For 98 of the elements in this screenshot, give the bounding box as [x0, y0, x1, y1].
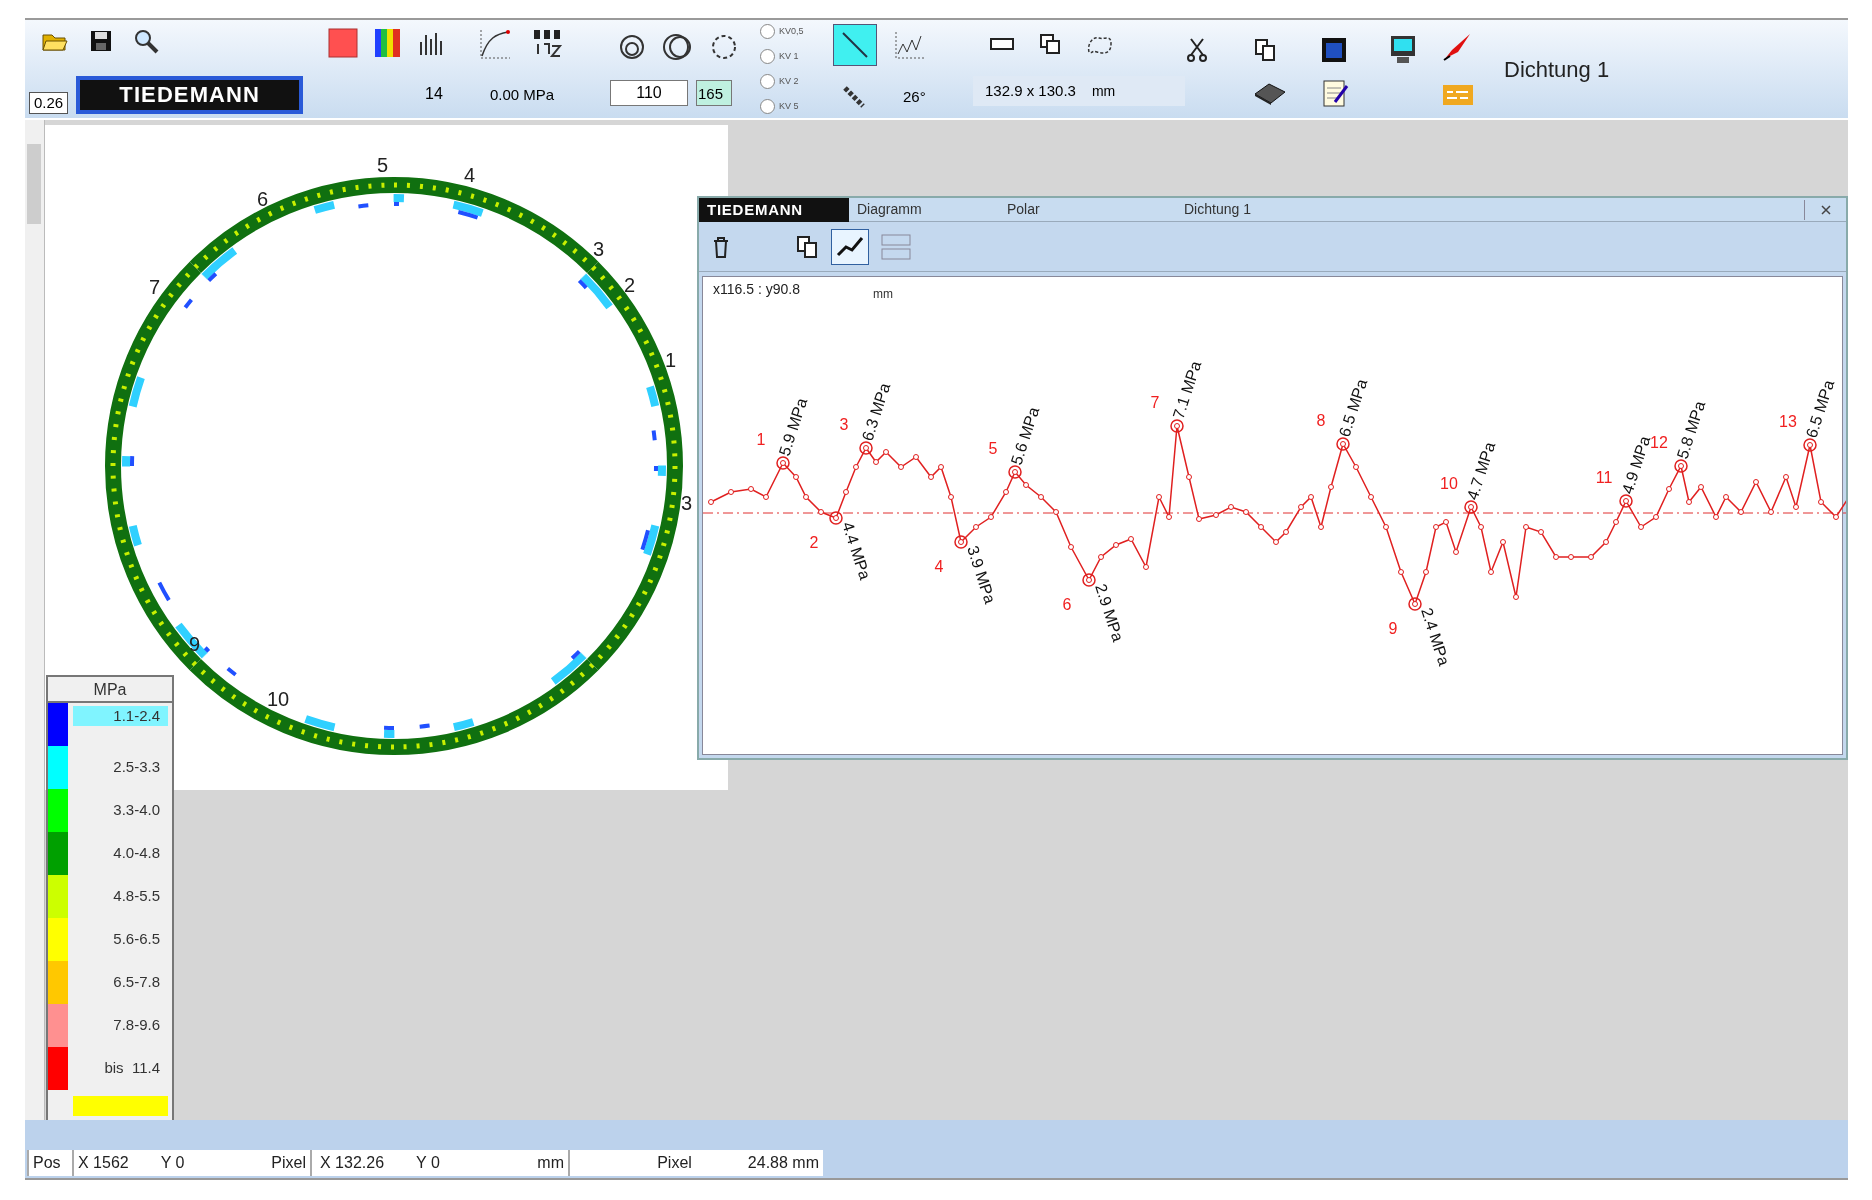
angle-value: 26°	[903, 86, 926, 107]
copy-icon[interactable]	[1253, 37, 1277, 62]
logo: TIEDEMANN	[699, 197, 849, 222]
trash-icon[interactable]	[711, 235, 731, 258]
legend-range[interactable]: bis 11.4	[73, 1057, 168, 1080]
close-icon	[1819, 204, 1832, 215]
status-unit: Pixel	[657, 1153, 692, 1173]
ring-position-label: 5	[377, 155, 389, 175]
diagram-tab[interactable]: Polar	[999, 199, 1184, 220]
peak-value-label: 4.7 MPa	[1463, 440, 1499, 502]
legend-range[interactable]: 2.5-3.3	[73, 756, 168, 779]
peak-number: 6	[1062, 596, 1072, 613]
status-unit: mm	[537, 1153, 564, 1173]
peak-number: 4	[934, 558, 944, 575]
coordinate-unit: mm	[873, 286, 893, 303]
overlap-squares-icon[interactable]	[1039, 33, 1061, 55]
legend-range[interactable]: 4.8-5.5	[73, 885, 168, 908]
dimensions-unit: mm	[1091, 81, 1116, 101]
pressure-value: 0.00 MPa	[489, 84, 556, 105]
peak-value-label: 6.5 MPa	[1335, 377, 1371, 439]
kv-radio[interactable]: KV 2	[760, 74, 825, 89]
peak-number: 3	[839, 416, 849, 433]
status-value: X 132.26	[319, 1153, 385, 1173]
kv-radio[interactable]: KV 1	[760, 49, 825, 64]
search-icon[interactable]	[133, 28, 161, 54]
peak-number: 9	[1388, 620, 1398, 637]
vertical-scrollbar[interactable]	[25, 120, 45, 1120]
status-value: Y 0	[416, 1153, 440, 1173]
peak-value-label: 5.9 MPa	[775, 396, 811, 458]
line-chart-button[interactable]	[831, 228, 869, 265]
window-icon[interactable]	[1321, 36, 1347, 63]
kv-radio[interactable]: KV 5	[760, 99, 825, 114]
dimensions-value: 132.9 x 130.3	[985, 80, 1076, 101]
status-unit: Pixel	[271, 1153, 306, 1173]
ring-position-label: 7	[149, 277, 161, 297]
threshold-field[interactable]: 110	[610, 80, 688, 106]
curve-graph-icon[interactable]	[478, 28, 512, 60]
rectangle-icon[interactable]	[989, 37, 1015, 51]
legend-range[interactable]: 7.8-9.6	[73, 1014, 168, 1037]
ring-position-label: 10	[267, 689, 290, 709]
peak-value-label: 5.8 MPa	[1673, 399, 1709, 461]
status-value: X 1562	[78, 1153, 129, 1173]
legend-range[interactable]: 6.5-7.8	[73, 971, 168, 994]
peak-number: 1	[756, 431, 766, 448]
peak-value-label: 3.9 MPa	[964, 543, 999, 606]
status-value: Y 0	[160, 1153, 185, 1173]
legend-range[interactable]: 3.3-4.0	[73, 799, 168, 822]
legend-range[interactable]: 5.6-6.5	[73, 928, 168, 951]
legend-range[interactable]: 4.0-4.8	[73, 842, 168, 865]
line-tool-button[interactable]	[833, 24, 877, 66]
legend-range[interactable]: 1.1-2.4	[73, 706, 168, 726]
kv-radio[interactable]: KV0,5	[760, 24, 825, 39]
peak-value-label: 5.6 MPa	[1007, 405, 1043, 467]
save-icon[interactable]	[89, 29, 113, 53]
peak-number: 10	[1440, 475, 1458, 492]
threshold-field[interactable]: 165	[696, 80, 732, 106]
peak-value-label: 7.1 MPa	[1169, 359, 1205, 421]
dashed-circle-icon[interactable]	[710, 33, 738, 61]
sensor-grid-icon[interactable]	[532, 28, 564, 60]
notepad-icon[interactable]	[1321, 77, 1349, 108]
color-scale-icon[interactable]	[374, 28, 402, 58]
document-title: Dichtung 1	[1503, 55, 1610, 84]
peak-number: 12	[1650, 434, 1668, 451]
peak-value-label: 6.3 MPa	[858, 381, 894, 443]
scissors-icon[interactable]	[1185, 36, 1209, 63]
ring-position-label: 3	[593, 239, 605, 259]
diagonal-line-icon	[840, 30, 870, 60]
peak-value-label: 6.5 MPa	[1802, 378, 1838, 440]
peak-number: 11	[1595, 469, 1613, 486]
peak-value-label: 2.9 MPa	[1092, 581, 1127, 644]
ring-position-label: 2	[624, 275, 636, 295]
cursor-coordinates: x116.5 : y90.8	[713, 280, 800, 299]
count-value: 14	[424, 84, 444, 104]
peak-number: 8	[1316, 412, 1326, 429]
ring-position-label: 4	[464, 165, 476, 185]
ring-position-label: 3	[681, 493, 693, 513]
status-value: 24.88 mm	[747, 1153, 819, 1173]
copy-icon[interactable]	[795, 234, 819, 259]
peak-value-label: 4.4 MPa	[839, 519, 874, 582]
peak-number: 2	[809, 534, 819, 551]
peak-value-label: 2.4 MPa	[1418, 605, 1453, 668]
logo: TIEDEMANN	[76, 76, 304, 114]
peak-number: 7	[1150, 394, 1160, 411]
line-chart-icon	[836, 234, 864, 259]
ring-icon[interactable]	[618, 33, 646, 61]
status-label: Pos	[33, 1153, 61, 1173]
line-graph-icon[interactable]	[893, 30, 927, 60]
peak-number: 13	[1779, 413, 1797, 430]
diagram-tab[interactable]: Diagramm	[849, 199, 999, 220]
monitor-icon[interactable]	[1389, 34, 1417, 65]
chain-icon[interactable]	[841, 84, 867, 110]
ring-position-label: 1	[665, 350, 677, 370]
scrollbar-thumb[interactable]	[27, 144, 41, 224]
diagram-title: Dichtung 1	[1184, 200, 1252, 219]
ring-position-label: 6	[257, 189, 269, 209]
peak-number: 5	[988, 440, 998, 457]
double-ring-icon[interactable]	[662, 32, 694, 62]
zoom-value: 0.26	[29, 92, 69, 114]
